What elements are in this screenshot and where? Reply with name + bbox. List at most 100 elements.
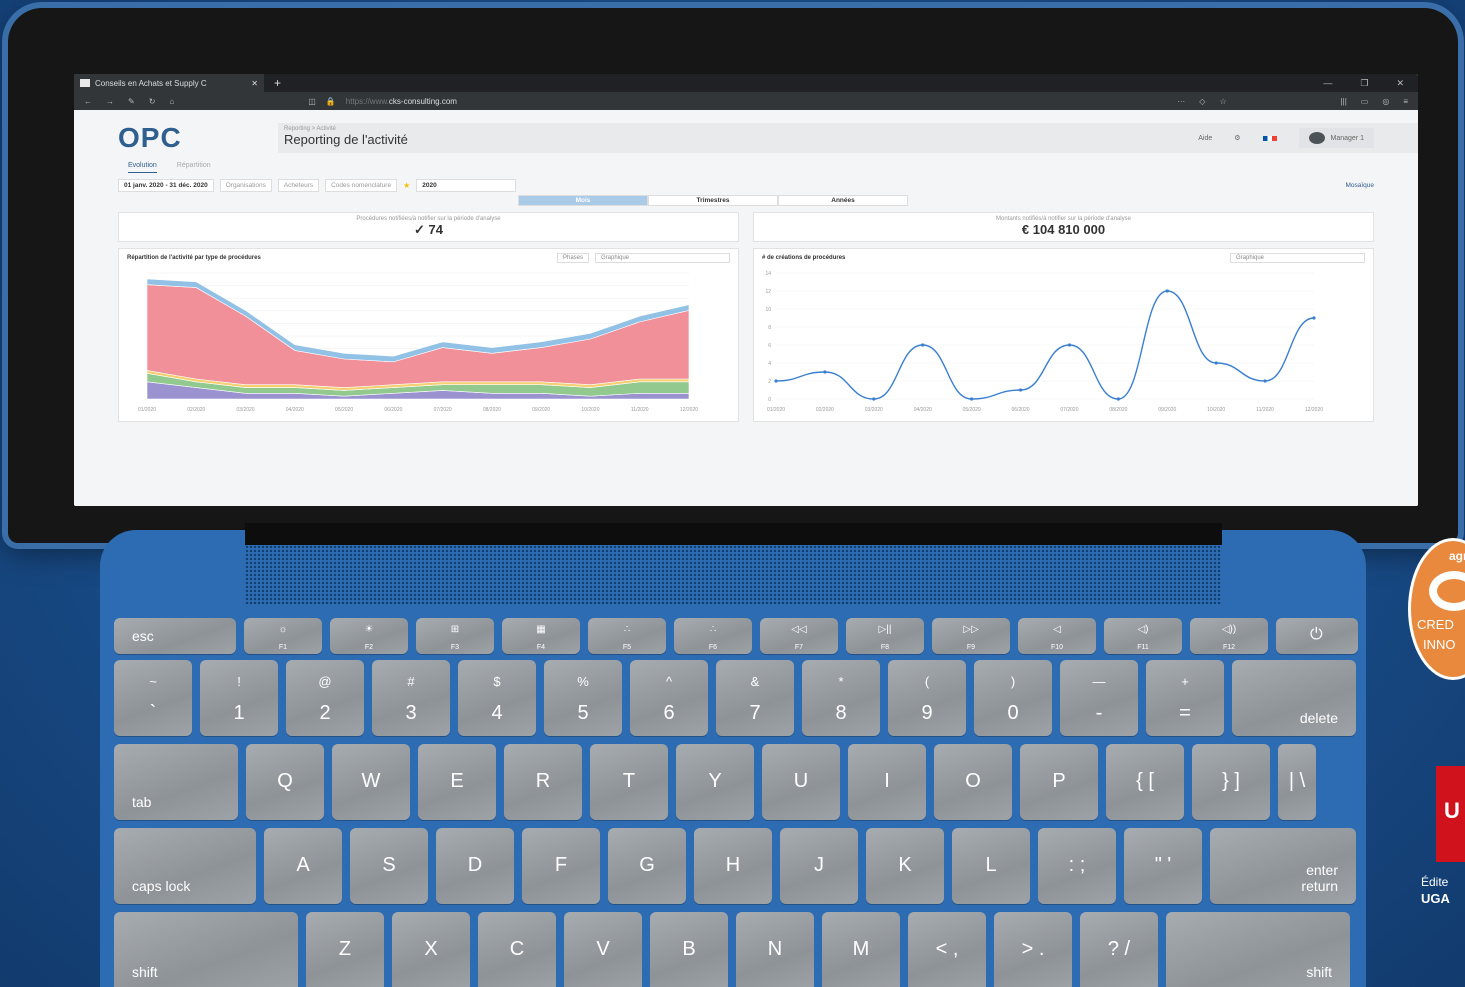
letter-key[interactable]: > . <box>994 912 1072 987</box>
letter-key[interactable]: T <box>590 744 668 820</box>
letter-key[interactable]: " ' <box>1124 828 1202 904</box>
number-key[interactable]: ~ ` <box>114 660 192 736</box>
fn-key[interactable]: ▦ F4 <box>502 618 580 654</box>
letter-key[interactable]: < , <box>908 912 986 987</box>
pocket-icon[interactable]: ◇ <box>1199 97 1205 106</box>
number-key[interactable]: ! 1 <box>200 660 278 736</box>
tab-key[interactable]: tab <box>114 744 238 820</box>
phases-select[interactable]: Phases <box>556 253 589 263</box>
library-icon[interactable]: ||| <box>1341 97 1347 106</box>
number-key[interactable]: $4 <box>458 660 536 736</box>
delete-key[interactable]: delete <box>1232 660 1356 736</box>
extension-icon[interactable]: ◎ <box>1382 97 1389 106</box>
reload-icon[interactable]: ↻ <box>149 97 156 106</box>
letter-key[interactable]: R <box>504 744 582 820</box>
fn-key[interactable]: ☀ F2 <box>330 618 408 654</box>
fn-key[interactable]: ⊞ F3 <box>416 618 494 654</box>
star-icon[interactable]: ★ <box>403 181 410 190</box>
browser-tab[interactable]: Conseils en Achats et Supply C ✕ <box>74 74 264 92</box>
shift-key[interactable]: shift <box>114 912 298 987</box>
letter-key[interactable]: P <box>1020 744 1098 820</box>
tab-evolution[interactable]: Evolution <box>128 162 157 173</box>
number-key[interactable]: #3 <box>372 660 450 736</box>
tab-close-icon[interactable]: ✕ <box>251 79 258 88</box>
area-graph-type-select[interactable]: Graphique <box>595 253 730 263</box>
period-quarters[interactable]: Trimestres <box>648 195 778 206</box>
fn-key[interactable]: ☼ F1 <box>244 618 322 654</box>
number-key[interactable]: & 7 <box>716 660 794 736</box>
period-months[interactable]: Mois <box>518 195 648 206</box>
letter-key[interactable]: U <box>762 744 840 820</box>
mosaic-checkbox[interactable]: Mosaïque <box>1345 182 1374 189</box>
date-range-picker[interactable]: 01 janv. 2020 - 31 déc. 2020 <box>118 179 214 192</box>
more-icon[interactable]: ··· <box>1177 97 1185 106</box>
minimize-icon[interactable]: — <box>1323 78 1332 89</box>
letter-key[interactable]: { [ <box>1106 744 1184 820</box>
back-icon[interactable]: ← <box>84 97 92 106</box>
number-key[interactable]: — - <box>1060 660 1138 736</box>
letter-key[interactable]: Q <box>246 744 324 820</box>
bookmark-star-icon[interactable]: ☆ <box>1219 97 1226 106</box>
letter-key[interactable]: N <box>736 912 814 987</box>
caps-lock-key[interactable]: caps lock <box>114 828 256 904</box>
tab-repartition[interactable]: Répartition <box>177 162 211 173</box>
sidebar-icon[interactable]: ▭ <box>1361 97 1369 106</box>
letter-key[interactable]: C <box>478 912 556 987</box>
shift-key[interactable]: shift <box>1166 912 1350 987</box>
forward-icon[interactable]: → <box>106 97 114 106</box>
letter-key[interactable]: E <box>418 744 496 820</box>
url-field[interactable]: ◫ 🔒 https://www.cks-consulting.com <box>308 97 457 106</box>
number-key[interactable]: % 5 <box>544 660 622 736</box>
year-select[interactable]: 2020 <box>416 179 517 192</box>
fn-key[interactable]: ◁◁ F7 <box>760 618 838 654</box>
letter-key[interactable]: ? / <box>1080 912 1158 987</box>
number-key[interactable]: (9 <box>888 660 966 736</box>
letter-key[interactable]: I <box>848 744 926 820</box>
french-flag-icon[interactable] <box>1262 135 1277 141</box>
new-tab-button[interactable]: + <box>264 76 291 90</box>
number-key[interactable]: ) 0 <box>974 660 1052 736</box>
letter-key[interactable]: V <box>564 912 642 987</box>
user-menu[interactable]: Manager 1 <box>1298 128 1374 148</box>
fn-key[interactable]: ∴ F6 <box>674 618 752 654</box>
fn-key[interactable]: esc <box>114 618 236 654</box>
home-icon[interactable]: ⌂ <box>169 97 174 106</box>
letter-key[interactable]: Z <box>306 912 384 987</box>
period-years[interactable]: Années <box>778 195 908 206</box>
letter-key[interactable]: J <box>780 828 858 904</box>
number-key[interactable]: @2 <box>286 660 364 736</box>
fn-key[interactable]: ▷▷ F9 <box>932 618 1010 654</box>
letter-key[interactable]: } ] <box>1192 744 1270 820</box>
help-link[interactable]: Aide <box>1198 135 1212 142</box>
letter-key[interactable]: O <box>934 744 1012 820</box>
letter-key[interactable]: D <box>436 828 514 904</box>
fn-key[interactable]: ⏻ <box>1276 618 1358 654</box>
fn-key[interactable]: ◁)) F12 <box>1190 618 1268 654</box>
fn-key[interactable]: ▷|| F8 <box>846 618 924 654</box>
letter-key[interactable]: M <box>822 912 900 987</box>
menu-icon[interactable]: ≡ <box>1403 97 1408 106</box>
line-graph-type-select[interactable]: Graphique <box>1230 253 1365 263</box>
letter-key[interactable]: Y <box>676 744 754 820</box>
letter-key[interactable]: S <box>350 828 428 904</box>
letter-key[interactable]: A <box>264 828 342 904</box>
close-icon[interactable]: ✕ <box>1396 78 1404 89</box>
restore-icon[interactable]: ❐ <box>1360 78 1368 89</box>
fn-key[interactable]: ◁ F10 <box>1018 618 1096 654</box>
codes-filter[interactable]: Codes nomenclature <box>325 179 398 192</box>
letter-key[interactable]: X <box>392 912 470 987</box>
letter-key[interactable]: H <box>694 828 772 904</box>
settings-icon[interactable]: ⚙ <box>1234 134 1240 142</box>
organisations-filter[interactable]: Organisations <box>219 179 272 192</box>
letter-key[interactable]: G <box>608 828 686 904</box>
number-key[interactable]: * 8 <box>802 660 880 736</box>
buyers-filter[interactable]: Acheteurs <box>277 179 320 192</box>
letter-key[interactable]: F <box>522 828 600 904</box>
return-key[interactable]: enter return <box>1210 828 1356 904</box>
wrench-icon[interactable]: ✎ <box>128 97 135 106</box>
letter-key[interactable]: K <box>866 828 944 904</box>
letter-key[interactable]: B <box>650 912 728 987</box>
letter-key[interactable]: | \ <box>1278 744 1316 820</box>
letter-key[interactable]: L <box>952 828 1030 904</box>
number-key[interactable]: ^ 6 <box>630 660 708 736</box>
